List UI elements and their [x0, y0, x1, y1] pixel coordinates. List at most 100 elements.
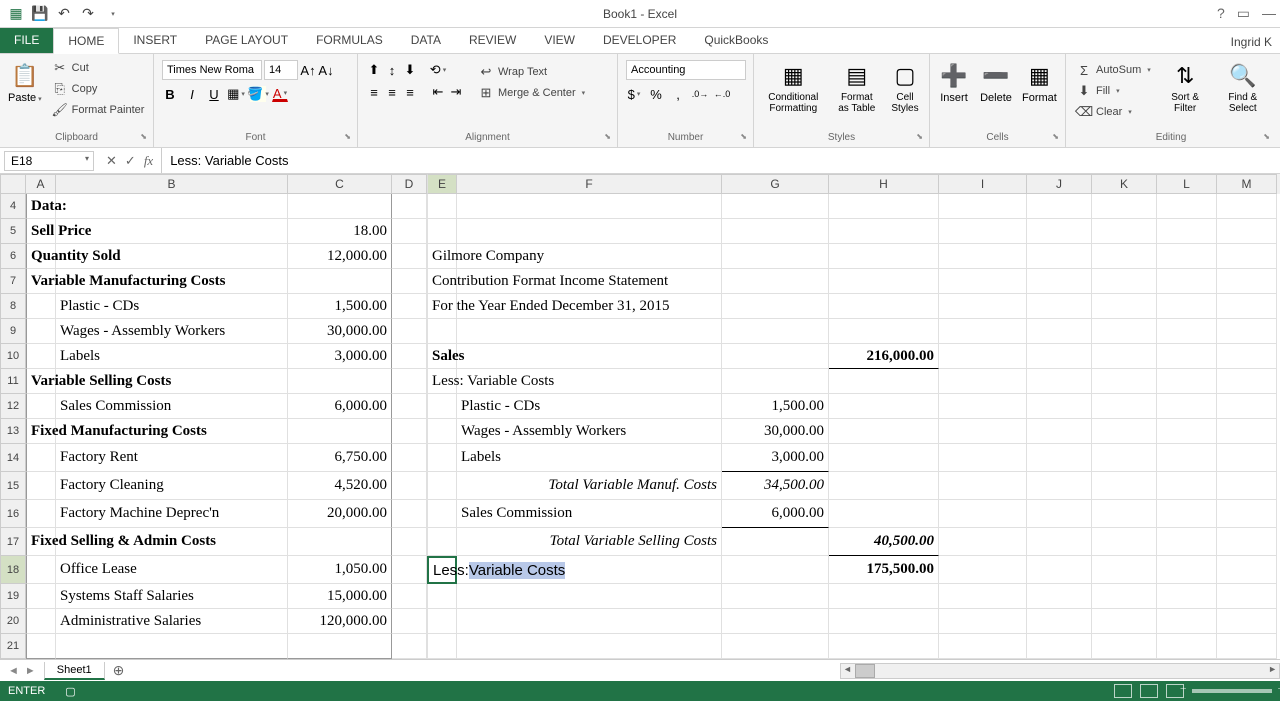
- cell[interactable]: Systems Staff Salaries: [56, 584, 288, 609]
- cell[interactable]: [829, 419, 939, 444]
- cell[interactable]: [392, 369, 427, 394]
- cell[interactable]: [1092, 319, 1157, 344]
- cell[interactable]: 3,000.00: [288, 344, 392, 369]
- wrap-text-button[interactable]: ↩Wrap Text: [474, 62, 589, 82]
- cell[interactable]: [427, 194, 457, 219]
- name-box[interactable]: E18: [4, 151, 94, 171]
- cell[interactable]: [26, 634, 56, 659]
- col-header[interactable]: I: [939, 174, 1027, 194]
- cell[interactable]: [1027, 319, 1092, 344]
- col-header[interactable]: D: [392, 174, 427, 194]
- cell[interactable]: [26, 556, 56, 584]
- cell[interactable]: [1027, 500, 1092, 528]
- file-tab[interactable]: FILE: [0, 27, 53, 53]
- underline-button[interactable]: U: [206, 86, 222, 102]
- format-painter-button[interactable]: 🖌Format Painter: [48, 100, 149, 120]
- decrease-decimal-icon[interactable]: ←.0: [714, 86, 730, 102]
- cell[interactable]: Wages - Assembly Workers: [56, 319, 288, 344]
- cell[interactable]: [829, 584, 939, 609]
- cell[interactable]: [1157, 500, 1217, 528]
- cell[interactable]: [1217, 609, 1277, 634]
- cell[interactable]: [392, 244, 427, 269]
- cell[interactable]: [392, 319, 427, 344]
- sheet-next-icon[interactable]: ►: [25, 665, 36, 677]
- align-right-icon[interactable]: ≡: [402, 84, 418, 100]
- cell[interactable]: [1027, 369, 1092, 394]
- col-header[interactable]: F: [457, 174, 722, 194]
- conditional-formatting-button[interactable]: ▦Conditional Formatting: [758, 58, 829, 116]
- cell[interactable]: 6,000.00: [288, 394, 392, 419]
- cell[interactable]: [829, 444, 939, 472]
- tab-developer[interactable]: DEVELOPER: [589, 27, 690, 53]
- cell[interactable]: [1027, 294, 1092, 319]
- cell[interactable]: For the Year Ended December 31, 2015: [427, 294, 457, 319]
- col-header[interactable]: G: [722, 174, 829, 194]
- cell[interactable]: [829, 472, 939, 500]
- fill-color-button[interactable]: 🪣: [250, 86, 266, 102]
- cell[interactable]: [1092, 369, 1157, 394]
- cell[interactable]: [1027, 444, 1092, 472]
- cell[interactable]: Labels: [457, 444, 722, 472]
- row-header[interactable]: 18: [0, 556, 26, 584]
- cell[interactable]: [288, 528, 392, 556]
- cell[interactable]: [829, 269, 939, 294]
- row-header[interactable]: 5: [0, 219, 26, 244]
- cell[interactable]: [392, 584, 427, 609]
- cell[interactable]: [26, 319, 56, 344]
- horizontal-scrollbar[interactable]: [840, 663, 1280, 679]
- cell[interactable]: [1217, 244, 1277, 269]
- cell[interactable]: [1092, 609, 1157, 634]
- cell[interactable]: [722, 269, 829, 294]
- cell[interactable]: [1157, 269, 1217, 294]
- normal-view-icon[interactable]: [1114, 684, 1132, 698]
- cell[interactable]: [427, 219, 457, 244]
- cell[interactable]: [392, 556, 427, 584]
- undo-icon[interactable]: ↶: [56, 6, 72, 22]
- cell[interactable]: [1092, 472, 1157, 500]
- align-bottom-icon[interactable]: ⬇: [402, 62, 418, 78]
- cell[interactable]: [1092, 294, 1157, 319]
- cell[interactable]: Variable Selling Costs: [26, 369, 56, 394]
- cell[interactable]: 1,050.00: [288, 556, 392, 584]
- redo-icon[interactable]: ↷: [80, 6, 96, 22]
- help-icon[interactable]: ?: [1217, 5, 1225, 22]
- cell[interactable]: Factory Machine Deprec'n: [56, 500, 288, 528]
- cell[interactable]: [427, 528, 457, 556]
- cut-button[interactable]: ✂Cut: [48, 58, 149, 78]
- cell[interactable]: [722, 528, 829, 556]
- col-header[interactable]: K: [1092, 174, 1157, 194]
- cell[interactable]: [1092, 500, 1157, 528]
- cell[interactable]: Office Lease: [56, 556, 288, 584]
- col-header[interactable]: C: [288, 174, 392, 194]
- cell[interactable]: [939, 194, 1027, 219]
- bold-button[interactable]: B: [162, 86, 178, 102]
- cell[interactable]: [427, 500, 457, 528]
- cell[interactable]: [1217, 269, 1277, 294]
- align-top-icon[interactable]: ⬆: [366, 62, 382, 78]
- cell[interactable]: [457, 609, 722, 634]
- cell[interactable]: [1217, 369, 1277, 394]
- cell[interactable]: [1027, 634, 1092, 659]
- align-middle-icon[interactable]: ↕: [384, 62, 400, 78]
- cell[interactable]: [26, 344, 56, 369]
- paste-button[interactable]: 📋Paste: [4, 58, 46, 106]
- increase-font-icon[interactable]: A↑: [300, 62, 316, 78]
- align-center-icon[interactable]: ≡: [384, 84, 400, 100]
- cell[interactable]: [1157, 556, 1217, 584]
- col-header[interactable]: B: [56, 174, 288, 194]
- cell[interactable]: [939, 419, 1027, 444]
- cell[interactable]: [722, 609, 829, 634]
- cell[interactable]: 18.00: [288, 219, 392, 244]
- cell[interactable]: 30,000.00: [288, 319, 392, 344]
- row-header[interactable]: 6: [0, 244, 26, 269]
- cell[interactable]: [1217, 500, 1277, 528]
- cell[interactable]: [1157, 194, 1217, 219]
- cell[interactable]: [392, 444, 427, 472]
- col-header[interactable]: A: [26, 174, 56, 194]
- cell[interactable]: [1157, 528, 1217, 556]
- cell[interactable]: [26, 294, 56, 319]
- cell[interactable]: [939, 244, 1027, 269]
- row-header[interactable]: 13: [0, 419, 26, 444]
- cell[interactable]: [26, 472, 56, 500]
- cell[interactable]: [722, 556, 829, 584]
